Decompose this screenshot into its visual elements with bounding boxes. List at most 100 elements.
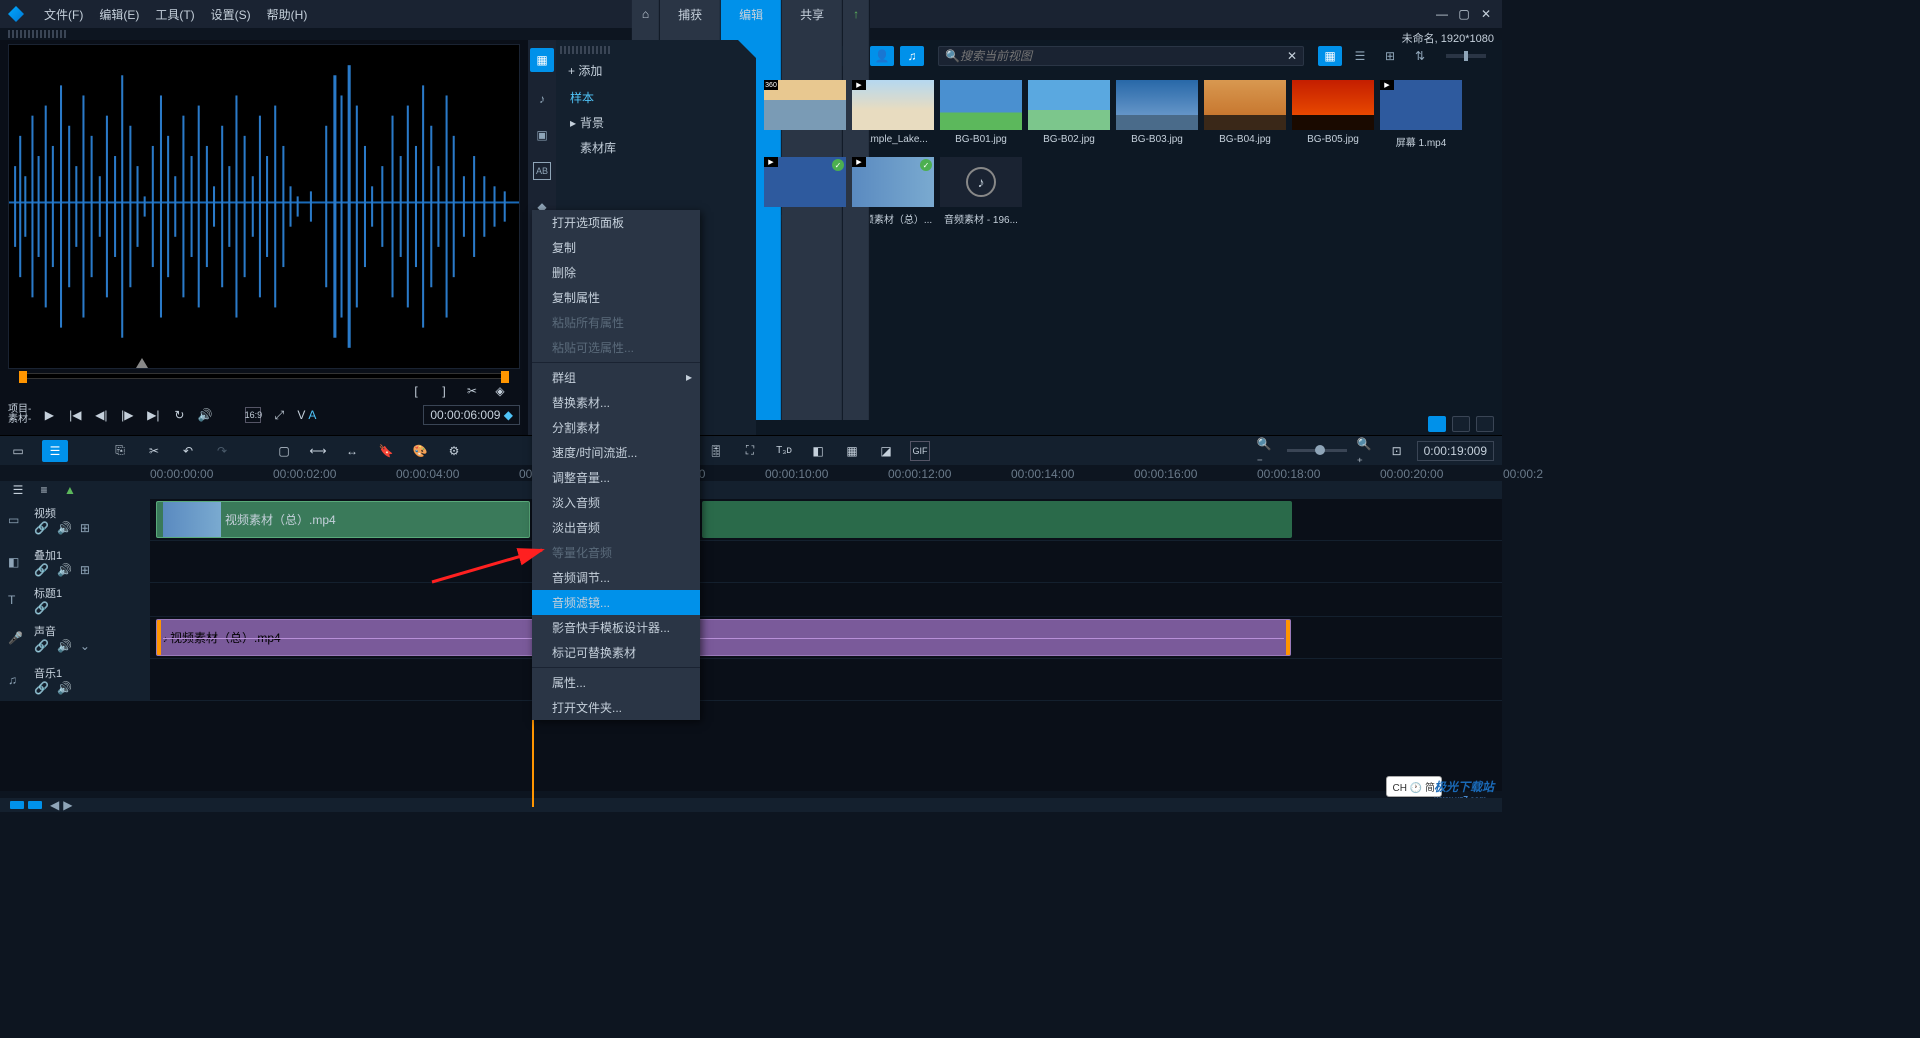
play-button[interactable]: ▶	[41, 407, 57, 423]
tool-t3d-icon[interactable]: T₃ᴅ	[774, 441, 794, 461]
mute-icon[interactable]: 🔊	[57, 639, 72, 653]
tree-background[interactable]: ▸背景	[556, 110, 756, 135]
ctx-item[interactable]: 速度/时间流逝...	[532, 440, 700, 465]
track-head-title[interactable]: T 标题1 🔗	[0, 583, 150, 616]
bottom-scrollbar[interactable]: ◀ ▶	[0, 798, 1502, 812]
track-head-video[interactable]: ▭ 视频 🔗🔊⊞	[0, 499, 150, 540]
trim-bar[interactable]	[22, 373, 506, 379]
sort-icon[interactable]: ⇅	[1408, 46, 1432, 66]
ctx-item[interactable]: 淡入音频	[532, 490, 700, 515]
storyboard-view-icon[interactable]: ▭	[8, 441, 28, 461]
timeline-ruler[interactable]: 00:00:00:0000:00:02:0000:00:04:0000:00:0…	[0, 465, 1502, 481]
view-grid-icon[interactable]: ⊞	[1378, 46, 1402, 66]
thumbnail[interactable]: BG-B05.jpg	[1292, 80, 1374, 149]
link-icon[interactable]: 🔗	[34, 521, 49, 535]
ctx-item[interactable]: 复制	[532, 235, 700, 260]
drag-handle[interactable]	[8, 30, 68, 38]
menu-tools[interactable]: 工具(T)	[147, 6, 202, 23]
audio-clip[interactable]: ♪ 视频素材（总）.mp4	[156, 619, 1291, 656]
zoom-slider[interactable]	[1287, 449, 1347, 452]
scroll-right-icon[interactable]: ▶	[63, 798, 72, 812]
thumbnail[interactable]: BG-B01.jpg	[940, 80, 1022, 149]
thumbnail[interactable]: BG-B02.jpg	[1028, 80, 1110, 149]
tool-adjust-icon[interactable]: ⚙	[444, 441, 464, 461]
timeline-view-icon[interactable]: ☰	[42, 440, 68, 462]
tool-rect-icon[interactable]: ▢	[274, 441, 294, 461]
menu-help[interactable]: 帮助(H)	[259, 6, 316, 23]
filter-photo-icon[interactable]: 👤	[870, 46, 894, 66]
link-icon[interactable]: 🔗	[34, 563, 49, 577]
track-head-overlay[interactable]: ◧ 叠加1 🔗🔊⊞	[0, 541, 150, 582]
tool-color-icon[interactable]: 🎨	[410, 441, 430, 461]
tool-layer-icon[interactable]: ▦	[842, 441, 862, 461]
clear-search-icon[interactable]: ✕	[1287, 49, 1297, 63]
maximize-button[interactable]: ▢	[1456, 7, 1472, 21]
preview-timecode[interactable]: 00:00:06:009 ◆	[423, 405, 520, 425]
ctx-item[interactable]: 打开选项面板	[532, 210, 700, 235]
track-content-overlay[interactable]	[150, 541, 1502, 582]
tool-move-icon[interactable]: ↔	[342, 441, 362, 461]
media-tab-icon[interactable]: ▦	[530, 48, 554, 72]
ctx-item[interactable]: 删除	[532, 260, 700, 285]
toggle-list-icon[interactable]: ☰	[10, 482, 26, 498]
ctx-item[interactable]: 标记可替换素材	[532, 640, 700, 665]
volume-button[interactable]: 🔊	[197, 407, 213, 423]
prev-frame-button[interactable]: ◀|	[93, 407, 109, 423]
ctx-item[interactable]: 群组▸	[532, 365, 700, 390]
track-content-music[interactable]	[150, 659, 1502, 700]
track-content-video[interactable]: 视频素材（总）.mp4	[150, 499, 1502, 540]
link-icon[interactable]: 🔗	[34, 601, 49, 615]
loop-button[interactable]: ↻	[171, 407, 187, 423]
mute-icon[interactable]: 🔊	[57, 563, 72, 577]
cut-icon[interactable]: ✂	[464, 383, 480, 399]
mark-in-icon[interactable]: [	[408, 383, 424, 399]
view-list-icon[interactable]: ☰	[1348, 46, 1372, 66]
mute-icon[interactable]: 🔊	[57, 521, 72, 535]
ctx-item[interactable]: 淡出音频	[532, 515, 700, 540]
corner-flag[interactable]	[738, 40, 756, 58]
go-start-button[interactable]: |◀	[67, 407, 83, 423]
tool-gif-icon[interactable]: GIF	[910, 441, 930, 461]
thumb-size-slider[interactable]	[1446, 54, 1486, 58]
tree-library[interactable]: 素材库	[556, 135, 756, 160]
scroll-left-icon[interactable]: ◀	[50, 798, 59, 812]
tab-upload[interactable]: ↑	[843, 0, 870, 420]
footer-icon-1[interactable]	[1428, 416, 1446, 432]
thumbnail[interactable]: ♪音频素材 - 196...	[940, 157, 1022, 226]
tool-mask-icon[interactable]: ◪	[876, 441, 896, 461]
ctx-item[interactable]: 属性...	[532, 670, 700, 695]
tab-share[interactable]: 共享	[782, 0, 843, 420]
audio-tab-icon[interactable]: ♪	[533, 90, 551, 108]
aspect-button[interactable]: 16:9	[245, 407, 261, 423]
close-button[interactable]: ✕	[1478, 7, 1494, 21]
menu-settings[interactable]: 设置(S)	[203, 6, 259, 23]
collapse-icon[interactable]: ⌄	[80, 639, 90, 653]
ctx-item[interactable]: 音频调节...	[532, 565, 700, 590]
zoom-out-icon[interactable]: 🔍₋	[1257, 441, 1277, 461]
resize-button[interactable]: ⤢	[271, 407, 287, 423]
playhead-marker[interactable]	[136, 358, 148, 368]
transition-tab-icon[interactable]: ▣	[533, 126, 551, 144]
timeline-timecode[interactable]: 0:00:19:009	[1417, 441, 1494, 461]
track-content-voice[interactable]: ♪ 视频素材（总）.mp4	[150, 617, 1502, 658]
track-content-title[interactable]	[150, 583, 1502, 616]
next-frame-button[interactable]: |▶	[119, 407, 135, 423]
mute-icon[interactable]: 🔊	[57, 681, 72, 695]
thumbnail[interactable]: BG-B03.jpg	[1116, 80, 1198, 149]
tool-crop-icon[interactable]: ⛶	[740, 441, 760, 461]
search-input[interactable]	[960, 49, 1287, 63]
ctx-item[interactable]: 影音快手模板设计器...	[532, 615, 700, 640]
undo-icon[interactable]: ↶	[178, 441, 198, 461]
fx-icon[interactable]: ⊞	[80, 521, 90, 535]
menu-file[interactable]: 文件(F)	[36, 6, 91, 23]
track-head-voice[interactable]: 🎤 声音 🔗🔊⌄	[0, 617, 150, 658]
ctx-item[interactable]: 打开文件夹...	[532, 695, 700, 720]
ctx-item[interactable]: 调整音量...	[532, 465, 700, 490]
go-end-button[interactable]: ▶|	[145, 407, 161, 423]
mark-out-icon[interactable]: ]	[436, 383, 452, 399]
link-icon[interactable]: 🔗	[34, 639, 49, 653]
footer-icon-2[interactable]	[1452, 416, 1470, 432]
waveform-preview[interactable]	[8, 44, 520, 369]
tool-pip-icon[interactable]: ◧	[808, 441, 828, 461]
snapshot-icon[interactable]: ◈	[492, 383, 508, 399]
